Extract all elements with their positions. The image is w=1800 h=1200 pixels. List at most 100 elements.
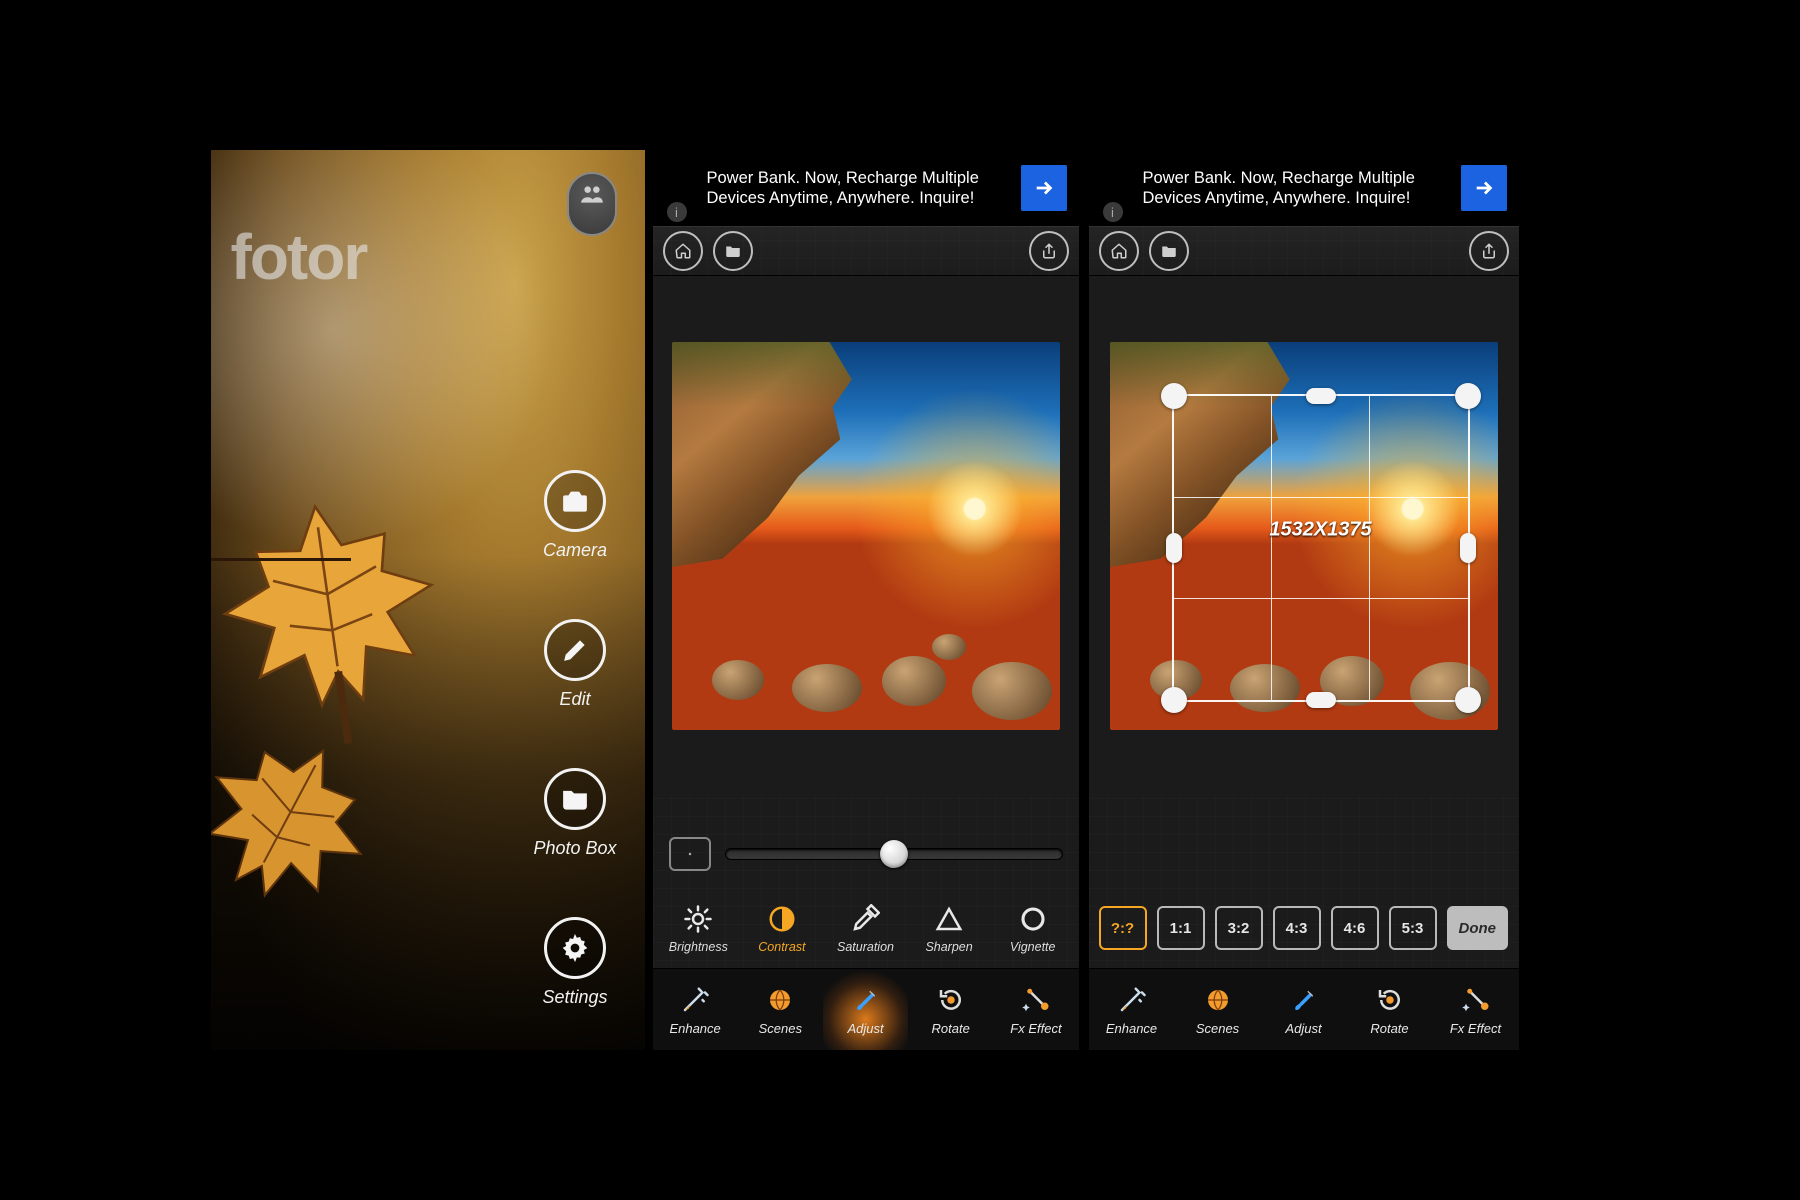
vignette-icon bbox=[1018, 904, 1048, 934]
ratio-5-3[interactable]: 5:3 bbox=[1389, 906, 1437, 950]
wand-icon bbox=[1117, 985, 1147, 1015]
crop-handle-ne[interactable] bbox=[1455, 383, 1481, 409]
adjust-saturation[interactable]: Saturation bbox=[826, 902, 904, 954]
sharpen-icon bbox=[934, 904, 964, 934]
mode-scenes[interactable]: Scenes bbox=[738, 969, 823, 1050]
home-icon bbox=[1110, 242, 1128, 260]
brand-logo: fotor bbox=[231, 220, 367, 294]
crop-done-button[interactable]: Done bbox=[1447, 906, 1509, 950]
home-panel: fotor Camera Edit Photo Box Settings bbox=[211, 150, 645, 1050]
arrow-right-icon bbox=[1033, 177, 1055, 199]
home-action-edit[interactable]: Edit bbox=[544, 619, 606, 710]
info-icon[interactable]: i bbox=[1103, 202, 1123, 222]
photo-preview bbox=[672, 342, 1060, 730]
adjust-brightness[interactable]: Brightness bbox=[659, 902, 737, 954]
folder-icon bbox=[724, 242, 742, 260]
fx-icon bbox=[1461, 985, 1491, 1015]
mode-rotate[interactable]: Rotate bbox=[1347, 969, 1433, 1050]
branch-decoration bbox=[211, 558, 351, 561]
ad-text: Power Bank. Now, Recharge Multiple Devic… bbox=[707, 168, 1007, 208]
crop-handle-s[interactable] bbox=[1306, 692, 1336, 708]
crop-handle-sw[interactable] bbox=[1161, 687, 1187, 713]
share-icon bbox=[1480, 242, 1498, 260]
brush-icon bbox=[851, 985, 881, 1015]
brightness-icon bbox=[683, 904, 713, 934]
mode-rotate[interactable]: Rotate bbox=[908, 969, 993, 1050]
ratio-3-2[interactable]: 3:2 bbox=[1215, 906, 1263, 950]
gear-icon bbox=[560, 933, 590, 963]
ratio-4-6[interactable]: 4:6 bbox=[1331, 906, 1379, 950]
mode-enhance[interactable]: Enhance bbox=[653, 969, 738, 1050]
adjust-vignette[interactable]: Vignette bbox=[994, 902, 1072, 954]
open-button[interactable] bbox=[713, 231, 753, 271]
aspect-ratio-row: ?:? 1:1 3:2 4:3 4:6 5:3 Done bbox=[1089, 890, 1519, 966]
home-action-camera[interactable]: Camera bbox=[543, 470, 607, 561]
ad-text: Power Bank. Now, Recharge Multiple Devic… bbox=[1143, 168, 1443, 208]
open-button[interactable] bbox=[1149, 231, 1189, 271]
mode-fxeffect[interactable]: Fx Effect bbox=[1433, 969, 1519, 1050]
slider-knob[interactable] bbox=[880, 840, 908, 868]
photo-preview: 1532X1375 bbox=[1110, 342, 1498, 730]
editor-topbar bbox=[1089, 226, 1519, 276]
mode-adjust[interactable]: Adjust bbox=[1261, 969, 1347, 1050]
canvas-area[interactable]: 1532X1375 bbox=[1089, 276, 1519, 796]
mode-adjust[interactable]: Adjust bbox=[823, 969, 908, 1050]
editor-pane-crop: i Power Bank. Now, Recharge Multiple Dev… bbox=[1089, 150, 1519, 1050]
ratio-free[interactable]: ?:? bbox=[1099, 906, 1147, 950]
canvas-area[interactable] bbox=[653, 276, 1079, 796]
mode-fxeffect[interactable]: Fx Effect bbox=[993, 969, 1078, 1050]
scenes-icon bbox=[765, 985, 795, 1015]
crop-handle-se[interactable] bbox=[1455, 687, 1481, 713]
crop-frame[interactable]: 1532X1375 bbox=[1172, 394, 1470, 702]
crop-handle-n[interactable] bbox=[1306, 388, 1336, 404]
slider-reset-button[interactable] bbox=[669, 837, 711, 871]
folder-icon bbox=[1160, 242, 1178, 260]
home-action-settings[interactable]: Settings bbox=[542, 917, 607, 1008]
home-icon bbox=[674, 242, 692, 260]
camera-icon bbox=[560, 486, 590, 516]
folder-icon bbox=[560, 784, 590, 814]
home-action-label: Edit bbox=[559, 689, 590, 710]
share-icon bbox=[1040, 242, 1058, 260]
home-action-label: Photo Box bbox=[533, 838, 616, 859]
ad-banner[interactable]: i Power Bank. Now, Recharge Multiple Dev… bbox=[1089, 150, 1519, 226]
pencil-icon bbox=[560, 635, 590, 665]
fx-icon bbox=[1021, 985, 1051, 1015]
ratio-4-3[interactable]: 4:3 bbox=[1273, 906, 1321, 950]
editor-topbar bbox=[653, 226, 1079, 276]
ad-go-button[interactable] bbox=[1021, 165, 1067, 211]
share-button[interactable] bbox=[1029, 231, 1069, 271]
dropper-icon bbox=[850, 904, 880, 934]
home-button[interactable] bbox=[663, 231, 703, 271]
wand-icon bbox=[680, 985, 710, 1015]
ad-banner[interactable]: i Power Bank. Now, Recharge Multiple Dev… bbox=[653, 150, 1079, 226]
brush-icon bbox=[1289, 985, 1319, 1015]
crop-handle-w[interactable] bbox=[1166, 533, 1182, 563]
home-action-label: Camera bbox=[543, 540, 607, 561]
info-icon[interactable]: i bbox=[667, 202, 687, 222]
rotate-icon bbox=[1375, 985, 1405, 1015]
mode-tabs: Enhance Scenes Adjust Rotate Fx Effect bbox=[1089, 968, 1519, 1050]
mode-scenes[interactable]: Scenes bbox=[1175, 969, 1261, 1050]
contrast-icon bbox=[767, 904, 797, 934]
reset-icon bbox=[684, 848, 696, 860]
crop-dimensions: 1532X1375 bbox=[1269, 518, 1371, 541]
adjust-slider[interactable] bbox=[725, 848, 1063, 860]
community-button[interactable] bbox=[567, 172, 617, 236]
arrow-right-icon bbox=[1473, 177, 1495, 199]
adjust-slider-row bbox=[669, 830, 1063, 878]
scenes-icon bbox=[1203, 985, 1233, 1015]
ad-go-button[interactable] bbox=[1461, 165, 1507, 211]
rotate-icon bbox=[936, 985, 966, 1015]
adjust-sharpen[interactable]: Sharpen bbox=[910, 902, 988, 954]
adjust-contrast[interactable]: Contrast bbox=[743, 902, 821, 954]
crop-handle-e[interactable] bbox=[1460, 533, 1476, 563]
crop-handle-nw[interactable] bbox=[1161, 383, 1187, 409]
mode-enhance[interactable]: Enhance bbox=[1089, 969, 1175, 1050]
home-button[interactable] bbox=[1099, 231, 1139, 271]
share-button[interactable] bbox=[1469, 231, 1509, 271]
editor-pane-adjust: i Power Bank. Now, Recharge Multiple Dev… bbox=[653, 150, 1079, 1050]
ratio-1-1[interactable]: 1:1 bbox=[1157, 906, 1205, 950]
adjust-tools-row: Brightness Contrast Saturation Sharpen V… bbox=[653, 890, 1079, 966]
home-action-photobox[interactable]: Photo Box bbox=[533, 768, 616, 859]
